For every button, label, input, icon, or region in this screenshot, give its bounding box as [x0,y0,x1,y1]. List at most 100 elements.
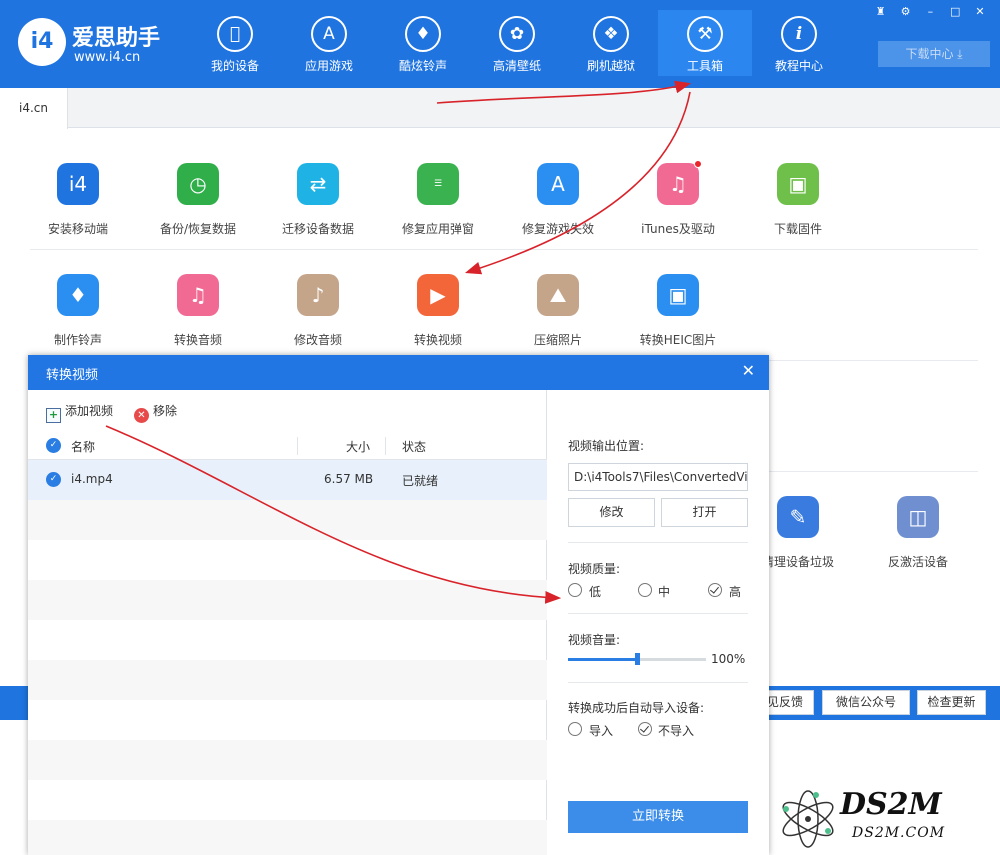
file-table-header: ✓ 名称 大小 状态 [28,432,547,460]
empty-row [28,700,547,740]
tool-deactivate-device[interactable]: ◫ 反激活设备 [863,496,973,586]
nav-my-device[interactable]:  我的设备 [188,10,282,78]
auto-import-label: 转换成功后自动导入设备: [568,701,705,715]
tool-convert-heic[interactable]: ▣ 转换HEIC图片 [623,274,733,364]
tool-label: 转换视频 [413,333,462,347]
nav-label: 应用游戏 [304,59,353,73]
import-radio[interactable] [568,722,582,736]
settings-gear-icon[interactable]: ⚙ [896,4,916,20]
bell-icon: ♦ [405,16,441,52]
itunes-icon: ♫ [657,160,702,205]
settings-panel: 视频输出位置: D:\i4Tools7\Files\ConvertedVideo… [548,390,769,855]
no-import-label: 不导入 [658,724,695,738]
column-size: 大小 [346,440,371,454]
nav-label: 高清壁纸 [492,59,541,73]
tool-label: 转换HEIC图片 [639,333,717,347]
table-row[interactable]: ✓ i4.mp4 6.57 MB 已就绪 [28,460,547,500]
add-video-label: 添加视频 [65,404,114,418]
tool-backup-restore[interactable]: ◷ 备份/恢复数据 [143,163,253,253]
column-divider [385,437,386,455]
column-divider [297,437,298,455]
check-update-button[interactable]: 检查更新 [917,690,986,715]
dialog-close-icon[interactable]: ✕ [742,361,755,380]
close-window-icon[interactable]: ✕ [970,4,990,20]
section-divider [568,682,748,683]
tab-i4cn[interactable]: i4.cn [0,88,68,129]
play-convert-icon: ▶ [417,274,459,316]
quality-medium-label: 中 [658,585,671,599]
nav-ringtones[interactable]: ♦ 酷炫铃声 [376,10,470,78]
tool-label: 制作铃声 [53,333,102,347]
watermark-title: DS2M [840,787,942,822]
minimize-icon[interactable]: – [920,4,940,20]
no-import-radio[interactable] [638,722,652,736]
column-name: 名称 [71,440,96,454]
nav-wallpapers[interactable]: ✿ 高清壁纸 [470,10,564,78]
volume-value: 100% [711,652,746,666]
nav-label: 刷机越狱 [586,59,635,73]
row-checkbox[interactable]: ✓ [46,472,61,487]
watermark: DS2M DS2M.COM [776,787,996,851]
nav-label: 我的设备 [210,59,259,73]
file-status: 已就绪 [402,474,439,488]
i4-app-icon: i4 [57,163,99,205]
maximize-icon[interactable]: □ [945,4,965,20]
tools-icon: ⚒ [687,16,723,52]
tool-install-mobile[interactable]: i4 安装移动端 [23,163,133,253]
app-store-icon: A [537,163,579,205]
tool-label: 下载固件 [773,222,822,236]
quality-high-radio[interactable] [708,583,722,597]
photo-icon: ⛰ [537,274,579,316]
tool-convert-audio[interactable]: ♫ 转换音频 [143,274,253,364]
tool-label: 备份/恢复数据 [159,222,237,236]
tool-itunes-driver[interactable]: ♫ iTunes及驱动 [623,160,733,253]
quality-low-radio[interactable] [568,583,582,597]
skin-shirt-icon[interactable]: ♜ [871,4,891,20]
tool-convert-video[interactable]: ▶ 转换视频 [383,274,493,364]
output-path-field[interactable]: D:\i4Tools7\Files\ConvertedVideo [568,463,748,491]
apple-icon:  [217,16,253,52]
quality-label: 视频质量: [568,562,621,576]
notification-dot [694,160,702,168]
app-store-icon: A [311,16,347,52]
nav-toolbox[interactable]: ⚒ 工具箱 [658,10,752,76]
tool-edit-audio[interactable]: ♪ 修改音频 [263,274,373,364]
add-file-icon: + [46,408,61,423]
info-icon: i [781,16,817,52]
open-button[interactable]: 打开 [661,498,748,527]
app-logo: i4 爱思助手 www.i4.cn [18,16,178,72]
select-all-checkbox[interactable]: ✓ [46,438,61,453]
output-location-label: 视频输出位置: [568,439,645,453]
tool-label: 修复应用弹窗 [401,222,474,236]
download-center-button[interactable]: 下载中心 ⤓ [878,41,990,67]
bell-plus-icon: ♦ [57,274,99,316]
tool-make-ringtone[interactable]: ♦ 制作铃声 [23,274,133,364]
wechat-button[interactable]: 微信公众号 [822,690,910,715]
convert-now-button[interactable]: 立即转换 [568,801,748,833]
modify-button[interactable]: 修改 [568,498,655,527]
tool-label: 迁移设备数据 [281,222,354,236]
deactivate-device-icon: ◫ [897,496,939,538]
quality-medium-radio[interactable] [638,583,652,597]
tool-download-firmware[interactable]: ▣ 下载固件 [743,163,853,253]
remove-label: 移除 [153,404,178,418]
add-video-button[interactable]: + 添加视频 [46,402,113,423]
window-controls: ♜ ⚙ – □ ✕ [870,4,990,20]
tool-fix-game[interactable]: A 修复游戏失效 [503,163,613,253]
tool-label: 反激活设备 [887,555,948,569]
volume-slider-thumb[interactable] [635,653,640,665]
nav-apps-games[interactable]: A 应用游戏 [282,10,376,78]
empty-row [28,780,547,820]
tool-label: 修改音频 [293,333,342,347]
tool-compress-photo[interactable]: ⛰ 压缩照片 [503,274,613,364]
atom-logo-icon [782,790,834,848]
import-label: 导入 [589,724,614,738]
tool-label: 转换音频 [173,333,222,347]
tool-fix-app-popup[interactable]: ☰ 修复应用弹窗 [383,163,493,253]
tool-migrate-data[interactable]: ⇄ 迁移设备数据 [263,163,373,253]
nav-tutorials[interactable]: i 教程中心 [752,10,846,78]
tool-label: iTunes及驱动 [641,222,715,236]
remove-button[interactable]: ✕ 移除 [134,402,177,423]
dropbox-icon: ❖ [593,16,629,52]
nav-flash-jailbreak[interactable]: ❖ 刷机越狱 [564,10,658,78]
